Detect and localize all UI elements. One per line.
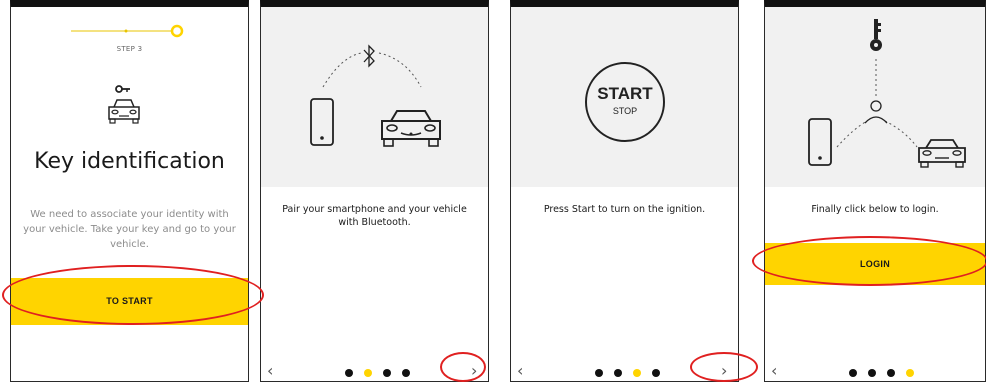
step-progress-indicator [71, 24, 184, 38]
previous-arrow-icon[interactable]: ‹ [771, 363, 777, 379]
page-dot [383, 369, 391, 377]
page-indicator [595, 369, 660, 377]
car-icon [381, 110, 441, 147]
instruction-text: Finally click below to login. [811, 204, 939, 215]
smartphone-icon [310, 98, 334, 146]
page-dot [849, 369, 857, 377]
car-icon [918, 139, 966, 168]
stop-label: STOP [612, 106, 638, 116]
previous-arrow-icon[interactable]: ‹ [517, 363, 523, 379]
page-dot [652, 369, 660, 377]
page-dot [887, 369, 895, 377]
page-dot-active [906, 369, 914, 377]
step-dot-current [170, 24, 184, 38]
next-arrow-icon[interactable]: › [721, 363, 727, 379]
instruction-text: Pair your smartphone and your vehicle wi… [282, 204, 467, 228]
step-dot [124, 29, 128, 33]
bluetooth-icon [363, 44, 375, 68]
start-stop-button-icon: START STOP [585, 62, 665, 142]
screen-ignition: START STOP Press Start to turn on the ig… [510, 0, 739, 382]
page-dot-active [364, 369, 372, 377]
smartphone-icon [808, 118, 832, 166]
page-dot [402, 369, 410, 377]
page-dot [595, 369, 603, 377]
page-dot [614, 369, 622, 377]
pairing-illustration [322, 52, 422, 88]
page-title: Key identification [34, 149, 225, 174]
page-dot [868, 369, 876, 377]
screen-bluetooth-pairing: Pair your smartphone and your vehicle wi… [260, 0, 489, 382]
start-label: START [597, 84, 653, 103]
description-text: We need to associate your identity with … [23, 209, 236, 250]
to-start-button[interactable]: TO START [11, 278, 248, 325]
person-icon [864, 100, 888, 124]
car-icon [108, 99, 140, 124]
page-indicator [345, 369, 410, 377]
login-button[interactable]: LOGIN [765, 243, 985, 285]
previous-arrow-icon[interactable]: ‹ [267, 363, 273, 379]
screen-key-identification: STEP 3 Key identification We need to ass… [10, 0, 249, 382]
page-dot [345, 369, 353, 377]
step-label: STEP 3 [116, 45, 143, 53]
next-arrow-icon[interactable]: › [471, 363, 477, 379]
instruction-text: Press Start to turn on the ignition. [543, 204, 706, 215]
screen-login: Finally click below to login. LOGIN ‹ [764, 0, 986, 382]
page-dot-active [633, 369, 641, 377]
page-indicator [849, 369, 914, 377]
key-icon [115, 85, 130, 93]
